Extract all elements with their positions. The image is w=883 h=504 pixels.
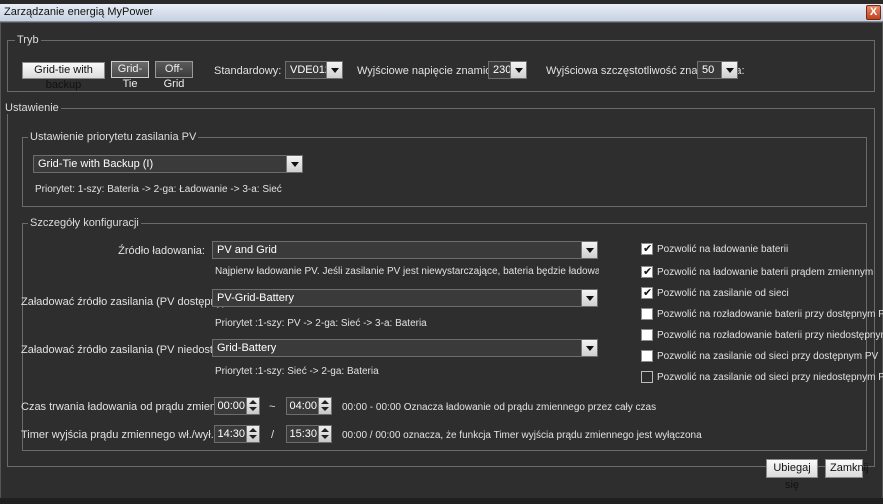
title-bar: Zarządzanie energią MyPower X (0, 4, 883, 22)
load-pv-off-note: Priorytet :1-szy: Sieć -> 2-ga: Bateria (215, 366, 379, 377)
charge-source-label: Źródło ładowania: (118, 245, 205, 257)
charge-source-select[interactable]: PV and Grid (212, 241, 598, 259)
load-pv-on-note: Priorytet :1-szy: PV -> 2-ga: Sieć -> 3-… (215, 318, 427, 329)
close-icon: X (869, 6, 878, 18)
allow-discharge-pv-off-label: Pozwolić na rozładowanie baterii przy ni… (657, 330, 883, 341)
mode-off-grid-button[interactable]: Off-Grid (155, 61, 193, 90)
standard-select[interactable]: VDE0126 (285, 61, 343, 79)
chevron-down-icon (581, 242, 597, 258)
spinner-arrows-icon[interactable] (318, 398, 331, 414)
charge-source-note: Najpierw ładowanie PV. Jeśli zasilanie P… (215, 266, 599, 277)
allow-grid-supply-label: Pozwolić na zasilanie od sieci (657, 288, 789, 299)
allow-ac-charge-label: Pozwolić na ładowanie baterii prądem zmi… (657, 267, 874, 278)
ac-charge-note: 00:00 - 00:00 Oznacza ładowanie od prądu… (342, 402, 657, 413)
ac-charge-label: Czas trwania ładowania od prądu zmienneg… (21, 401, 247, 413)
chevron-down-icon (286, 156, 302, 172)
mode-grid-tie-backup-button[interactable]: Grid-tie with backup (22, 62, 105, 91)
allow-grid-pv-off-label: Pozwolić na zasilanie od sieci przy nied… (657, 372, 883, 383)
allow-discharge-pv-off-checkbox[interactable] (641, 329, 653, 341)
allow-discharge-pv-on-label: Pozwolić na rozładowanie baterii przy do… (657, 309, 883, 320)
pv-priority-note: Priorytet: 1-szy: Bateria -> 2-ga: Ładow… (35, 184, 282, 195)
timer-from-value: 14:30 (217, 428, 245, 440)
ac-charge-to-spinner[interactable]: 04:00 (286, 397, 332, 415)
allow-grid-supply-checkbox[interactable] (641, 286, 653, 300)
allow-ac-charge-checkbox[interactable] (641, 265, 653, 279)
apply-button[interactable]: Ubiegaj się (766, 459, 818, 491)
load-pv-on-label: Załadować źródło zasilania (PV dostępny)… (21, 296, 229, 308)
timer-from-spinner[interactable]: 14:30 (214, 425, 260, 443)
tryb-legend: Tryb (15, 34, 41, 46)
ac-charge-to-value: 04:00 (289, 400, 317, 412)
close-window-button[interactable]: X (866, 5, 881, 20)
spinner-arrows-icon[interactable] (246, 426, 259, 442)
ac-charge-from-spinner[interactable]: 00:00 (214, 397, 260, 415)
chevron-down-icon (510, 62, 526, 78)
ac-charge-separator: ~ (269, 401, 276, 413)
timer-separator: / (271, 429, 275, 441)
allow-battery-charge-label: Pozwolić na ładowanie baterii (657, 244, 789, 255)
load-pv-on-select[interactable]: PV-Grid-Battery (212, 289, 598, 307)
allow-discharge-pv-on-checkbox[interactable] (641, 308, 653, 320)
charge-source-value: PV and Grid (217, 244, 277, 256)
frequency-select[interactable]: 50 (697, 61, 738, 79)
load-pv-off-label: Załadować źródło zasilania (PV niedostęp… (21, 344, 244, 356)
timer-to-spinner[interactable]: 15:30 (286, 425, 332, 443)
timer-to-value: 15:30 (289, 428, 317, 440)
load-pv-on-value: PV-Grid-Battery (217, 292, 295, 304)
load-pv-off-value: Grid-Battery (217, 342, 277, 354)
ustawienie-legend: Ustawienie (3, 102, 61, 114)
priority-legend: Ustawienie priorytetu zasilania PV (28, 131, 199, 143)
pv-priority-value: Grid-Tie with Backup (I) (38, 158, 154, 170)
window-title: Zarządzanie energią MyPower (4, 6, 154, 18)
chevron-down-icon (326, 62, 342, 78)
pv-priority-select[interactable]: Grid-Tie with Backup (I) (33, 155, 303, 173)
timer-note: 00:00 / 00:00 oznacza, że funkcja Timer … (342, 430, 702, 441)
ac-charge-from-value: 00:00 (217, 400, 245, 412)
voltage-value: 230 (493, 64, 512, 76)
standard-label: Standardowy: (214, 65, 282, 77)
spinner-arrows-icon[interactable] (318, 426, 331, 442)
config-legend: Szczegóły konfiguracji (28, 217, 141, 229)
chevron-down-icon (721, 62, 737, 78)
chevron-down-icon (581, 290, 597, 306)
dialog-body: Tryb Grid-tie with backup Grid-Tie Off-G… (0, 22, 883, 500)
mode-grid-tie-button[interactable]: Grid-Tie (111, 61, 149, 90)
allow-battery-charge-checkbox[interactable] (641, 242, 653, 256)
voltage-select[interactable]: 230 (488, 61, 527, 79)
allow-grid-pv-off-checkbox[interactable] (641, 371, 653, 383)
load-pv-off-select[interactable]: Grid-Battery (212, 339, 598, 357)
allow-grid-pv-on-label: Pozwolić na zasilanie od sieci przy dost… (657, 351, 879, 362)
timer-label: Timer wyjścia prądu zmiennego wł./wył.: (21, 429, 217, 441)
chevron-down-icon (581, 340, 597, 356)
allow-grid-pv-on-checkbox[interactable] (641, 350, 653, 362)
spinner-arrows-icon[interactable] (246, 398, 259, 414)
window-bottom-edge (0, 498, 883, 504)
close-button[interactable]: Zamknij (825, 459, 869, 478)
frequency-value: 50 (702, 64, 715, 76)
